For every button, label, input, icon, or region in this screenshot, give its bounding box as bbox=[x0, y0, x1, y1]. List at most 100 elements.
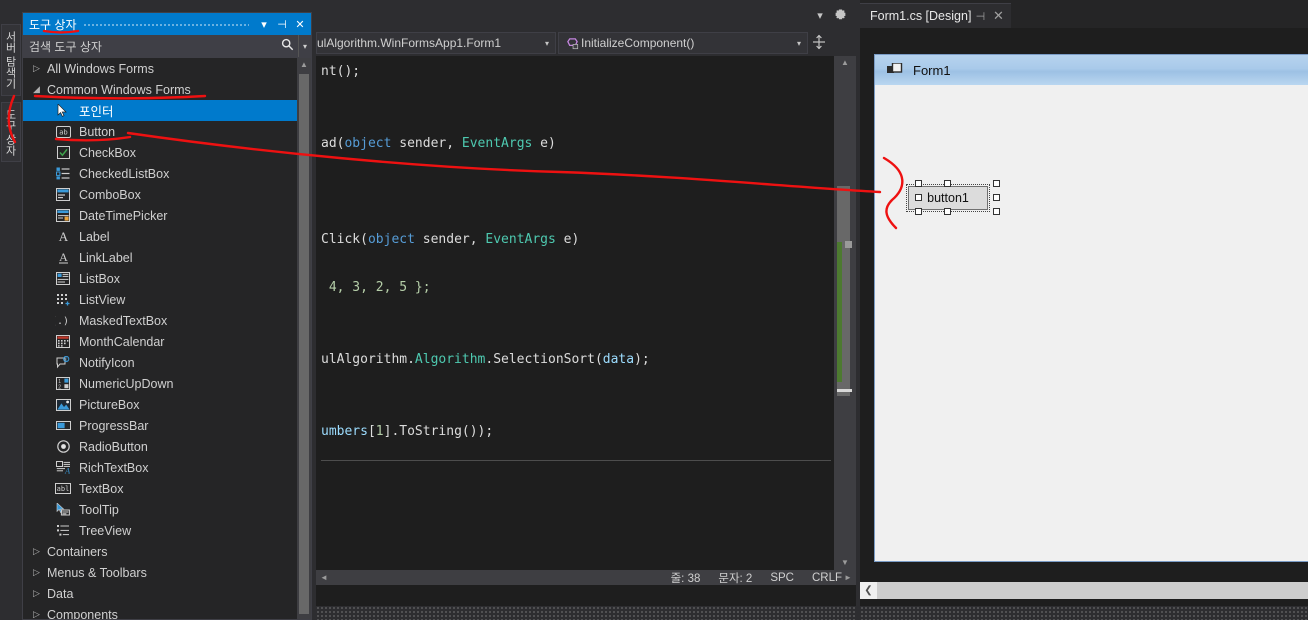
designer-surface[interactable]: Form1 ❮ bbox=[860, 28, 1308, 620]
chevron-down-icon[interactable]: ▾ bbox=[791, 39, 807, 48]
toolbox-item-listbox[interactable]: ListBox bbox=[23, 268, 297, 289]
scroll-right-arrow-icon[interactable]: ► bbox=[840, 573, 856, 582]
chevron-right-icon[interactable]: ▷ bbox=[33, 588, 47, 599]
toolbox-group-label: Containers bbox=[47, 544, 108, 559]
caret-position-marker bbox=[845, 241, 852, 248]
resize-handle-s[interactable] bbox=[944, 208, 951, 215]
toolbox-item-picturebox[interactable]: PictureBox bbox=[23, 394, 297, 415]
resize-handle-ne[interactable] bbox=[993, 180, 1000, 187]
toolbox-item-combobox[interactable]: ComboBox bbox=[23, 184, 297, 205]
toolbox-item-datetimepicker[interactable]: DateTimePicker bbox=[23, 205, 297, 226]
chevron-down-icon[interactable]: ◢ bbox=[33, 84, 47, 95]
svg-text:abl: abl bbox=[57, 485, 70, 493]
editor-horizontal-scrollbar[interactable]: ◄ ► bbox=[316, 570, 856, 585]
scrollbar-track[interactable] bbox=[877, 582, 1308, 599]
code-token: ].ToString()); bbox=[383, 424, 494, 439]
scroll-up-arrow-icon[interactable]: ▲ bbox=[297, 58, 311, 72]
toolbox-item-button[interactable]: ab Button bbox=[23, 121, 297, 142]
resize-handle-w[interactable] bbox=[915, 194, 922, 201]
form-client-area[interactable] bbox=[881, 85, 1308, 561]
chevron-down-icon[interactable]: ▾ bbox=[255, 15, 273, 33]
toolbox-item-radiobutton[interactable]: RadioButton bbox=[23, 436, 297, 457]
toolbox-scrollbar[interactable]: ▲ bbox=[297, 58, 311, 619]
split-editor-icon[interactable] bbox=[810, 34, 828, 53]
toolbox-group-components[interactable]: ▷ Components bbox=[23, 604, 297, 620]
pin-icon[interactable]: ⊣ bbox=[273, 15, 291, 33]
toolbox-item-label: TreeView bbox=[79, 523, 132, 538]
scroll-up-arrow-icon[interactable]: ▲ bbox=[834, 56, 856, 70]
toolbox-item-pointer[interactable]: 포인터 bbox=[23, 100, 297, 121]
toolbox-item-richtextbox[interactable]: A RichTextBox bbox=[23, 457, 297, 478]
toolbox-title-bar: 도구 상자 ▾ ⊣ ✕ bbox=[23, 13, 311, 35]
close-icon[interactable]: ✕ bbox=[989, 8, 1007, 24]
toolbox-item-notifyicon[interactable]: 2 NotifyIcon bbox=[23, 352, 297, 373]
toolbox-group-menus-toolbars[interactable]: ▷ Menus & Toolbars bbox=[23, 562, 297, 583]
chevron-down-icon[interactable]: ▾ bbox=[810, 9, 830, 22]
toolbox-group-data[interactable]: ▷ Data bbox=[23, 583, 297, 604]
close-icon[interactable]: ✕ bbox=[291, 15, 309, 33]
svg-text:A: A bbox=[58, 230, 68, 243]
code-token: data bbox=[602, 352, 635, 367]
toolbox-item-tooltip[interactable]: ToolTip bbox=[23, 499, 297, 520]
code-token: e) bbox=[555, 232, 580, 247]
editor-vertical-scrollbar[interactable]: ▲ ▼ bbox=[834, 56, 856, 570]
toolbox-item-checkbox[interactable]: CheckBox bbox=[23, 142, 297, 163]
resize-handle-se[interactable] bbox=[993, 208, 1000, 215]
code-token: sender, bbox=[414, 232, 486, 247]
toolbox-item-label: NotifyIcon bbox=[79, 355, 135, 370]
tab-label: Form1.cs [Design] bbox=[870, 9, 972, 23]
toolbox-item-checkedlistbox[interactable]: CheckedListBox bbox=[23, 163, 297, 184]
chevron-right-icon[interactable]: ▷ bbox=[33, 63, 47, 74]
toolbox-search-bar[interactable]: ▾ bbox=[23, 35, 311, 58]
code-token: EventArgs bbox=[485, 232, 556, 247]
resize-handle-nw[interactable] bbox=[915, 180, 922, 187]
toolbox-group-all-windows-forms[interactable]: ▷ All Windows Forms bbox=[23, 58, 297, 79]
toolbox-item-label: RichTextBox bbox=[79, 460, 149, 475]
navbar-member-dropdown[interactable]: InitializeComponent() ▾ bbox=[558, 32, 808, 54]
toolbox-item-progressbar[interactable]: ProgressBar bbox=[23, 415, 297, 436]
scroll-down-arrow-icon[interactable]: ▼ bbox=[834, 556, 856, 570]
toolbox-item-listview[interactable]: ListView bbox=[23, 289, 297, 310]
scrollbar-thumb[interactable] bbox=[299, 74, 309, 614]
navbar-type-dropdown[interactable]: ulAlgorithm.WinFormsApp1.Form1 ▾ bbox=[316, 32, 556, 54]
scrollbar-track[interactable] bbox=[332, 570, 840, 585]
vertical-tab-server-explorer[interactable]: 서버 탐색기 bbox=[1, 24, 21, 96]
code-token: object bbox=[367, 232, 415, 247]
code-token: ); bbox=[634, 352, 650, 367]
tab-form1-design[interactable]: Form1.cs [Design] ⊣ ✕ bbox=[860, 3, 1012, 28]
maskedtextbox-icon: (.). bbox=[51, 313, 75, 329]
chevron-down-icon[interactable]: ▾ bbox=[539, 39, 555, 48]
pin-icon[interactable]: ⊣ bbox=[971, 10, 989, 23]
designer-horizontal-scrollbar[interactable]: ❮ bbox=[860, 582, 1308, 599]
toolbox-item-numericupdown[interactable]: 12 NumericUpDown bbox=[23, 373, 297, 394]
search-dropdown-icon[interactable]: ▾ bbox=[298, 35, 311, 57]
toolbox-item-treeview[interactable]: TreeView bbox=[23, 520, 297, 541]
form-designer-window[interactable]: Form1 bbox=[874, 54, 1308, 562]
listview-icon bbox=[51, 292, 75, 308]
code-text-area[interactable]: nt(); ad(object sender, EventArgs e) Cli… bbox=[316, 56, 856, 570]
search-icon[interactable] bbox=[276, 38, 298, 54]
toolbox-item-linklabel[interactable]: A LinkLabel bbox=[23, 247, 297, 268]
chevron-right-icon[interactable]: ▷ bbox=[33, 546, 47, 557]
toolbox-item-textbox[interactable]: abl TextBox bbox=[23, 478, 297, 499]
code-token: nt(); bbox=[321, 64, 361, 79]
saved-changes-marker bbox=[837, 242, 842, 382]
scroll-left-arrow-icon[interactable]: ◄ bbox=[316, 573, 332, 582]
gear-icon[interactable] bbox=[830, 7, 850, 23]
toolbox-item-label: ListView bbox=[79, 292, 126, 307]
toolbox-item-label[interactable]: A Label bbox=[23, 226, 297, 247]
form-title-bar[interactable]: Form1 bbox=[875, 55, 1308, 85]
resize-handle-n[interactable] bbox=[944, 180, 951, 187]
toolbox-item-monthcalendar[interactable]: MonthCalendar bbox=[23, 331, 297, 352]
search-input[interactable] bbox=[29, 39, 276, 53]
chevron-right-icon[interactable]: ▷ bbox=[33, 567, 47, 578]
toolbox-item-maskedtextbox[interactable]: (.). MaskedTextBox bbox=[23, 310, 297, 331]
resize-handle-sw[interactable] bbox=[915, 208, 922, 215]
toolbox-group-common-windows-forms[interactable]: ◢ Common Windows Forms bbox=[23, 79, 297, 100]
scroll-left-arrow-icon[interactable]: ❮ bbox=[860, 582, 877, 599]
chevron-right-icon[interactable]: ▷ bbox=[33, 609, 47, 619]
toolbox-group-containers[interactable]: ▷ Containers bbox=[23, 541, 297, 562]
vertical-tab-toolbox[interactable]: 도구 상자 bbox=[1, 102, 21, 162]
designer-pane: Form1.cs [Design] ⊣ ✕ Form1 ❮ bbox=[860, 0, 1308, 620]
resize-handle-e[interactable] bbox=[993, 194, 1000, 201]
